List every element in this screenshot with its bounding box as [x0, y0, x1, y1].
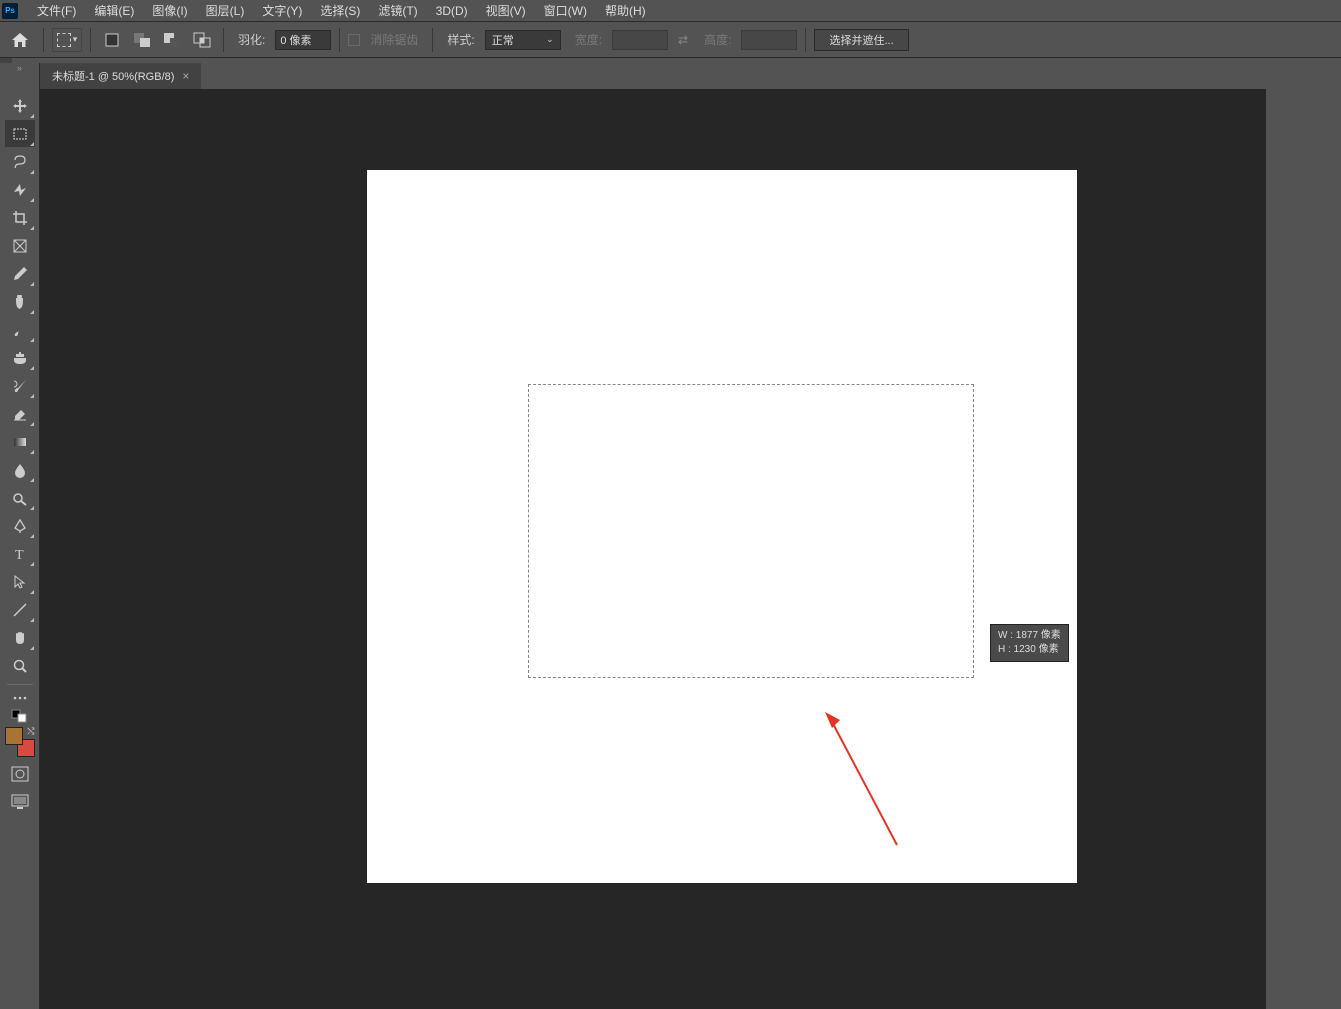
- chevron-down-icon: ▾: [73, 34, 78, 45]
- eyedropper-tool[interactable]: [5, 260, 35, 287]
- selection-new-button[interactable]: [101, 29, 123, 51]
- panel-grip[interactable]: [0, 63, 39, 73]
- separator: [805, 28, 806, 52]
- brush-tool[interactable]: [5, 316, 35, 343]
- edit-toolbar-button[interactable]: [5, 689, 35, 707]
- quick-selection-tool[interactable]: [5, 176, 35, 203]
- separator: [90, 28, 91, 52]
- menu-edit[interactable]: 编辑(E): [85, 0, 143, 21]
- selection-size-tooltip: W : 1877 像素 H : 1230 像素: [990, 624, 1069, 662]
- clone-stamp-tool[interactable]: [5, 344, 35, 371]
- frame-tool[interactable]: [5, 232, 35, 259]
- select-and-mask-button[interactable]: 选择并遮住...: [814, 29, 908, 51]
- marquee-icon: [57, 33, 71, 47]
- move-tool[interactable]: [5, 92, 35, 119]
- zoom-tool[interactable]: [5, 652, 35, 679]
- style-value: 正常: [492, 32, 514, 48]
- tooltip-width: W : 1877 像素: [998, 629, 1061, 643]
- rectangular-marquee-tool[interactable]: [5, 120, 35, 147]
- style-dropdown[interactable]: 正常 ⌄: [485, 30, 561, 50]
- history-brush-tool[interactable]: [5, 372, 35, 399]
- menu-3d[interactable]: 3D(D): [427, 2, 477, 20]
- tools-panel: T ⤭: [0, 63, 40, 1009]
- tool-divider: [7, 684, 33, 685]
- antialias-checkbox: 消除锯齿: [348, 31, 424, 48]
- menu-layer[interactable]: 图层(L): [197, 0, 254, 21]
- antialias-label: 消除锯齿: [370, 31, 418, 48]
- menu-select[interactable]: 选择(S): [311, 0, 369, 21]
- swap-colors-icon[interactable]: ⤭: [27, 726, 34, 737]
- tooltip-height: H : 1230 像素: [998, 643, 1061, 657]
- options-bar: ▾ 羽化: 消除锯齿 样式: 正常 ⌄ 宽度: ⇄ 高度: 选择并遮住...: [0, 22, 1341, 58]
- width-input: [612, 30, 668, 50]
- separator: [223, 28, 224, 52]
- right-panel-area: [1266, 58, 1341, 1009]
- feather-label: 羽化:: [238, 31, 265, 48]
- document-tab[interactable]: 未标题-1 @ 50%(RGB/8) ×: [40, 63, 201, 89]
- selection-add-button[interactable]: [131, 29, 153, 51]
- quick-mask-button[interactable]: [9, 763, 31, 785]
- spot-healing-tool[interactable]: [5, 288, 35, 315]
- menu-help[interactable]: 帮助(H): [596, 0, 655, 21]
- tool-preset-picker[interactable]: ▾: [52, 28, 82, 52]
- menu-file[interactable]: 文件(F): [28, 0, 85, 21]
- color-swatch[interactable]: ⤭: [5, 727, 35, 757]
- menu-bar: Ps 文件(F) 编辑(E) 图像(I) 图层(L) 文字(Y) 选择(S) 滤…: [0, 0, 1341, 22]
- height-input: [741, 30, 797, 50]
- menu-window[interactable]: 窗口(W): [535, 0, 596, 21]
- screen-mode-button[interactable]: [9, 791, 31, 813]
- gradient-tool[interactable]: [5, 428, 35, 455]
- close-icon[interactable]: ×: [182, 69, 189, 83]
- width-label: 宽度:: [575, 31, 602, 48]
- hand-tool[interactable]: [5, 624, 35, 651]
- height-label: 高度:: [704, 31, 731, 48]
- eraser-tool[interactable]: [5, 400, 35, 427]
- style-label: 样式:: [447, 31, 474, 48]
- foreground-color[interactable]: [5, 727, 23, 745]
- app-icon: Ps: [2, 3, 18, 19]
- chevron-down-icon: ⌄: [546, 34, 554, 45]
- default-colors-button[interactable]: [5, 708, 35, 724]
- crop-tool[interactable]: [5, 204, 35, 231]
- svg-text:T: T: [15, 548, 24, 562]
- line-shape-tool[interactable]: [5, 596, 35, 623]
- selection-marquee: [528, 384, 974, 678]
- menu-type[interactable]: 文字(Y): [253, 0, 311, 21]
- tab-title: 未标题-1 @ 50%(RGB/8): [52, 68, 174, 84]
- path-selection-tool[interactable]: [5, 568, 35, 595]
- lasso-tool[interactable]: [5, 148, 35, 175]
- annotation-arrow-icon: [822, 710, 902, 850]
- menu-filter[interactable]: 滤镜(T): [369, 0, 426, 21]
- canvas-area[interactable]: W : 1877 像素 H : 1230 像素: [40, 89, 1266, 1009]
- selection-subtract-button[interactable]: [161, 29, 183, 51]
- dodge-tool[interactable]: [5, 484, 35, 511]
- separator: [43, 28, 44, 52]
- tab-row: 未标题-1 @ 50%(RGB/8) ×: [40, 63, 201, 89]
- separator: [432, 28, 433, 52]
- pen-tool[interactable]: [5, 512, 35, 539]
- swap-wh-icon: ⇄: [678, 33, 688, 47]
- checkbox-icon: [348, 34, 360, 46]
- feather-input[interactable]: [275, 30, 331, 50]
- selection-intersect-button[interactable]: [191, 29, 213, 51]
- home-button[interactable]: [5, 26, 35, 54]
- blur-tool[interactable]: [5, 456, 35, 483]
- separator: [339, 28, 340, 52]
- menu-image[interactable]: 图像(I): [143, 0, 196, 21]
- document-canvas[interactable]: W : 1877 像素 H : 1230 像素: [367, 170, 1077, 883]
- type-tool[interactable]: T: [5, 540, 35, 567]
- menu-view[interactable]: 视图(V): [477, 0, 535, 21]
